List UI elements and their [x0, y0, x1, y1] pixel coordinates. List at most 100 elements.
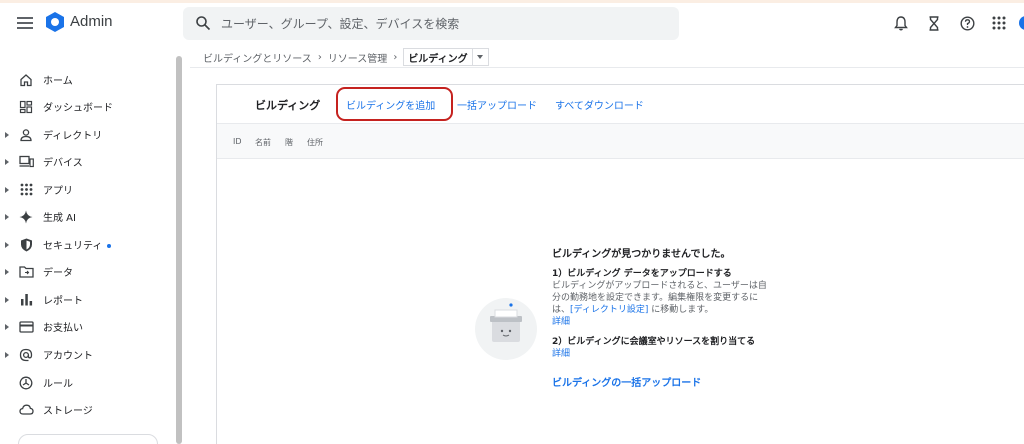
sidebar-item-label: ダッシュボード [43, 103, 113, 114]
step2-title: 2）ビルディングに会議室やリソースを割り当てる [552, 337, 756, 347]
empty-box-icon [490, 303, 522, 342]
step1-desc-text-end: に移動します。 [648, 305, 714, 315]
step2-learn-more-link[interactable]: 詳細 [552, 348, 767, 360]
sparkle-icon [18, 209, 34, 225]
buildings-card: ビルディング ビルディングを追加 一括アップロード すべてダウンロード ID 名… [216, 84, 1024, 444]
sidebar-item-label: ストレージ [43, 406, 93, 417]
sidebar-item-account[interactable]: アカウント [0, 341, 176, 368]
at-sign-icon [18, 347, 34, 363]
main-menu-button[interactable] [14, 12, 36, 34]
apps-grid-icon [18, 182, 34, 198]
download-all-link[interactable]: すべてダウンロード [555, 97, 644, 112]
table-header: ID 名前 階 住所 [217, 123, 1024, 159]
search-icon [196, 16, 211, 31]
sidebar-bottom-button[interactable] [18, 434, 158, 444]
notifications-button[interactable] [892, 14, 910, 32]
expand-arrow-icon[interactable] [5, 296, 9, 303]
notification-dot [107, 244, 112, 248]
breadcrumb-separator-icon: › [317, 51, 322, 63]
expand-arrow-icon[interactable] [5, 241, 9, 248]
apps-grid-icon [992, 16, 1006, 30]
expand-arrow-icon[interactable] [5, 213, 9, 220]
sidebar-item-label: ホーム [43, 76, 73, 87]
step1-title: 1）ビルディング データをアップロードする [552, 269, 732, 279]
sidebar-item-label: セキュリティ [43, 237, 112, 252]
sidebar-item-directory[interactable]: ディレクトリ [0, 121, 176, 148]
expand-arrow-icon[interactable] [5, 158, 9, 165]
tasks-button[interactable] [925, 14, 943, 32]
sidebar-item-dashboard[interactable]: ダッシュボード [0, 93, 176, 120]
admin-logo-icon[interactable] [44, 11, 66, 33]
sidebar-item-security[interactable]: セキュリティ [0, 231, 176, 258]
sidebar-item-rules[interactable]: ルール [0, 369, 176, 396]
sidebar-item-apps[interactable]: アプリ [0, 176, 176, 203]
sidebar-item-label: データ [43, 268, 73, 279]
empty-state-title: ビルディングが見つかりませんでした。 [552, 249, 731, 260]
directory-settings-link[interactable]: [ディレクトリ設定] [570, 305, 648, 315]
sidebar: ホーム ダッシュボード ディレクトリ デバイス アプリ 生成 AI セキュリティ… [0, 43, 176, 444]
column-header-id[interactable]: ID [233, 137, 242, 146]
column-header-floor[interactable]: 階 [285, 137, 293, 148]
bulk-upload-buildings-link[interactable]: ビルディングの一括アップロード [552, 374, 767, 389]
breadcrumb-separator-icon: › [393, 51, 398, 63]
sidebar-item-label: レポート [43, 296, 83, 307]
breadcrumb-item-resource-management[interactable]: リソース管理 [328, 50, 388, 65]
sidebar-item-gen-ai[interactable]: 生成 AI [0, 203, 176, 230]
breadcrumb: ビルディングとリソース › リソース管理 › ビルディング [203, 47, 489, 67]
search-input[interactable] [221, 7, 661, 40]
column-header-address[interactable]: 住所 [307, 137, 323, 148]
hourglass-icon [929, 15, 939, 31]
bell-icon [894, 15, 908, 30]
expand-arrow-icon[interactable] [5, 323, 9, 330]
brand-name[interactable]: Admin [70, 13, 113, 30]
step1-description: ビルディングがアップロードされると、ユーザーは自分の勤務地を設定できます。編集権… [552, 280, 767, 316]
cloud-icon [18, 402, 34, 418]
bar-chart-icon [18, 292, 34, 308]
sidebar-item-label: ルール [43, 379, 73, 390]
breadcrumb-item-buildings-resources[interactable]: ビルディングとリソース [203, 50, 312, 65]
sidebar-item-devices[interactable]: デバイス [0, 148, 176, 175]
sidebar-item-billing[interactable]: お支払い [0, 313, 176, 340]
rule-icon [18, 375, 34, 391]
empty-state-illustration [475, 298, 537, 360]
add-building-link[interactable]: ビルディングを追加 [346, 97, 435, 112]
sidebar-item-home[interactable]: ホーム [0, 66, 176, 93]
help-button[interactable] [958, 14, 976, 32]
devices-icon [18, 154, 34, 170]
empty-state-text: ビルディングが見つかりませんでした。 1）ビルディング データをアップロードする… [552, 245, 767, 389]
sidebar-scrollbar[interactable] [176, 56, 182, 444]
expand-arrow-icon[interactable] [5, 351, 9, 358]
expand-arrow-icon[interactable] [5, 268, 9, 275]
account-avatar[interactable] [1019, 16, 1024, 30]
apps-launcher-button[interactable] [990, 14, 1008, 32]
sidebar-item-label: お支払い [43, 323, 83, 334]
expand-arrow-icon[interactable] [5, 131, 9, 138]
header-divider [190, 67, 1024, 68]
help-icon [959, 15, 975, 31]
shield-icon [18, 237, 34, 253]
bulk-upload-link[interactable]: 一括アップロード [457, 97, 537, 112]
sidebar-item-label: デバイス [43, 158, 83, 169]
breadcrumb-dropdown-button[interactable] [472, 48, 489, 66]
card-title: ビルディング [255, 99, 321, 112]
sidebar-item-label: アプリ [43, 186, 73, 197]
breadcrumb-current: ビルディング [403, 48, 473, 66]
sidebar-item-reports[interactable]: レポート [0, 286, 176, 313]
sidebar-item-storage[interactable]: ストレージ [0, 396, 176, 423]
expand-arrow-icon[interactable] [5, 186, 9, 193]
folder-icon [18, 264, 34, 280]
sidebar-item-label: アカウント [43, 351, 93, 362]
column-header-name[interactable]: 名前 [255, 137, 271, 148]
step1-learn-more-link[interactable]: 詳細 [552, 316, 767, 328]
person-icon [18, 127, 34, 143]
dashboard-icon [18, 99, 34, 115]
hamburger-icon [17, 17, 33, 29]
home-icon [18, 72, 34, 88]
sidebar-item-text: セキュリティ [43, 241, 103, 252]
sidebar-item-data[interactable]: データ [0, 258, 176, 285]
chevron-down-icon [477, 55, 484, 59]
sidebar-item-label: 生成 AI [43, 213, 76, 224]
search-bar[interactable] [183, 7, 679, 40]
credit-card-icon [18, 319, 34, 335]
app-header: Admin [0, 3, 1024, 43]
